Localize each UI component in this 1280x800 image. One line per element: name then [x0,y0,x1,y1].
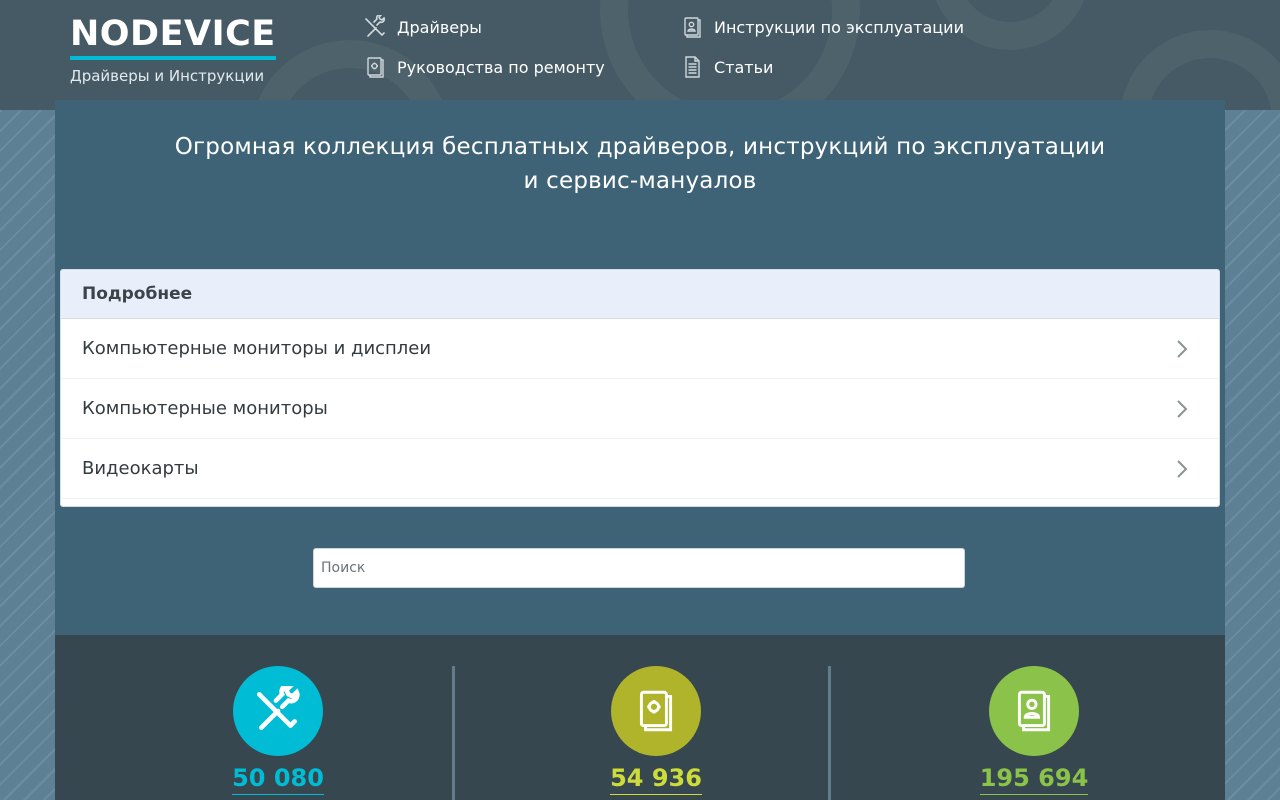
site-subtitle: Драйверы и Инструкции [70,67,265,85]
hero-line: Огромная коллекция бесплатных драйверов,… [174,134,1106,160]
chevron-right-icon [1177,459,1188,478]
category-row-monitors-and-displays[interactable]: Компьютерные мониторы и дисплеи [61,319,1219,379]
site-header: NODEVICE Драйверы и Инструкции Драйверы … [0,0,1280,110]
chevron-right-icon [1177,339,1188,358]
stat-icon-circle [611,666,701,756]
repair-manual-icon [363,55,387,79]
details-card: Подробнее Компьютерные мониторы и диспле… [60,269,1220,507]
category-label: Видеокарты [82,458,199,479]
stats-section: 50 080 54 936 195 694 [55,635,1225,800]
tools-icon [256,686,300,730]
stats-divider [452,666,455,800]
user-manual-icon [1017,690,1051,732]
gear-decoration [1120,30,1280,110]
stat-repair-manuals[interactable]: 54 936 [556,666,756,795]
main-panel: Огромная коллекция бесплатных драйверов,… [55,100,1225,635]
nav-user-manuals[interactable]: Инструкции по эксплуатации [680,15,964,39]
stat-icon-circle [233,666,323,756]
nav-label: Руководства по ремонту [397,57,605,77]
nav-label: Драйверы [397,17,482,37]
category-row-video-cards[interactable]: Видеокарты [61,439,1219,499]
stat-count: 195 694 [979,764,1089,795]
details-card-title: Подробнее [61,270,1219,319]
tools-icon [363,15,387,39]
background-pattern-right [1224,110,1280,800]
nav-drivers[interactable]: Драйверы [363,15,482,39]
nav-label: Статьи [714,57,774,77]
stat-count: 50 080 [232,764,324,795]
site-logo[interactable]: NODEVICE [70,14,276,60]
chevron-right-icon [1177,399,1188,418]
hero-heading: Огромная коллекция бесплатных драйверов,… [55,130,1225,198]
category-label: Компьютерные мониторы и дисплеи [82,338,432,359]
document-icon [680,55,704,79]
user-manual-icon [680,15,704,39]
category-label: Компьютерные мониторы [82,398,328,419]
category-row-monitors[interactable]: Компьютерные мониторы [61,379,1219,439]
nav-articles[interactable]: Статьи [680,55,773,79]
nav-repair-manuals[interactable]: Руководства по ремонту [363,55,605,79]
stats-divider [828,666,831,800]
hero-line: и сервис-мануалов [523,168,757,194]
stat-icon-circle [989,666,1079,756]
background-pattern-left [0,110,56,800]
search-input[interactable] [313,548,965,588]
nav-label: Инструкции по эксплуатации [714,17,964,37]
repair-manual-icon [639,690,673,732]
logo-block[interactable]: NODEVICE Драйверы и Инструкции [70,14,276,85]
stat-drivers[interactable]: 50 080 [178,666,378,795]
stat-user-manuals[interactable]: 195 694 [934,666,1134,795]
stat-count: 54 936 [610,764,702,795]
